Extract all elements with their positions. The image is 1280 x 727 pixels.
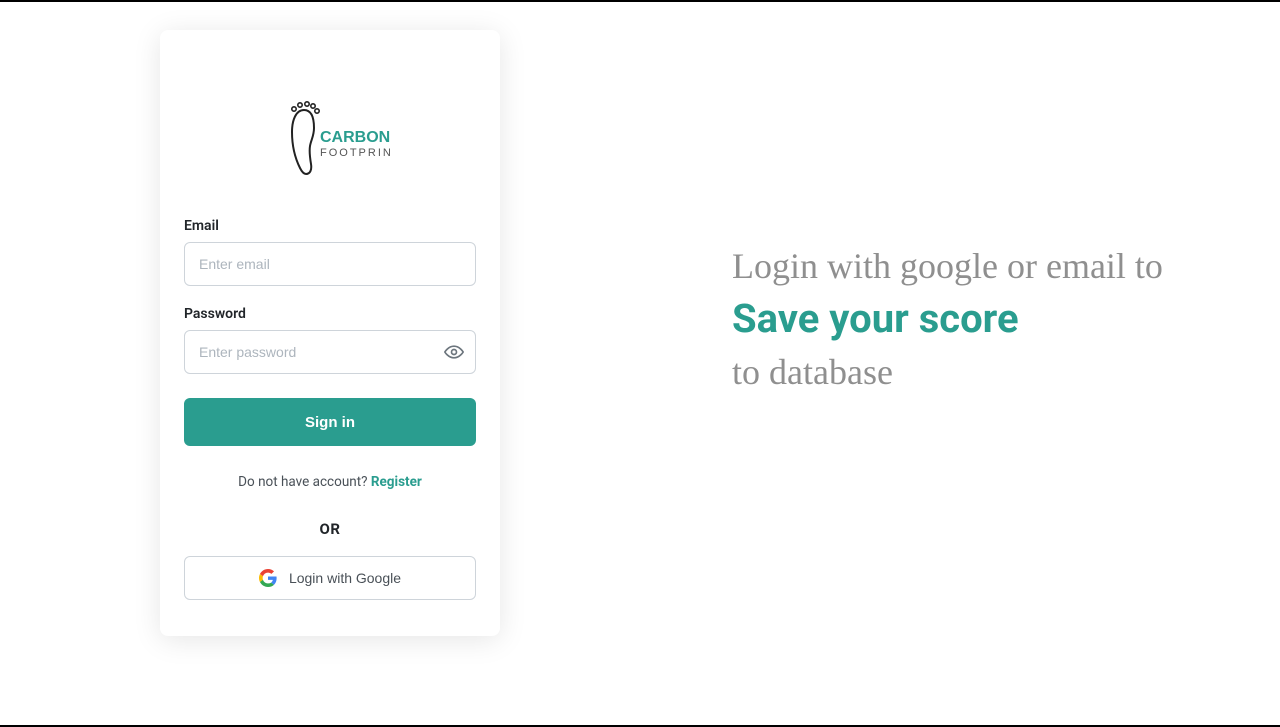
email-input[interactable] — [184, 242, 476, 286]
signin-button[interactable]: Sign in — [184, 398, 476, 446]
svg-text:FOOTPRINT: FOOTPRINT — [320, 147, 390, 159]
google-login-button[interactable]: Login with Google — [184, 556, 476, 600]
or-divider: OR — [184, 520, 476, 538]
register-prompt: Do not have account? Register — [184, 474, 476, 490]
tagline: Login with google or email to Save your … — [732, 240, 1280, 398]
tagline-line3: to database — [732, 352, 893, 392]
register-link[interactable]: Register — [371, 474, 422, 490]
google-icon — [259, 569, 277, 587]
register-prompt-text: Do not have account? — [238, 474, 371, 490]
tagline-highlight: Save your score — [732, 292, 1280, 346]
show-password-icon[interactable] — [444, 342, 464, 362]
svg-text:CARBON: CARBON — [320, 129, 390, 146]
google-login-label: Login with Google — [289, 570, 401, 586]
logo: CARBON FOOTPRINT — [184, 98, 476, 178]
footprint-logo-icon: CARBON FOOTPRINT — [270, 98, 390, 178]
password-input[interactable] — [184, 330, 476, 374]
password-label: Password — [184, 306, 476, 322]
email-label: Email — [184, 218, 476, 234]
tagline-line1: Login with google or email to — [732, 246, 1163, 286]
login-card: CARBON FOOTPRINT Email Password — [160, 30, 500, 636]
